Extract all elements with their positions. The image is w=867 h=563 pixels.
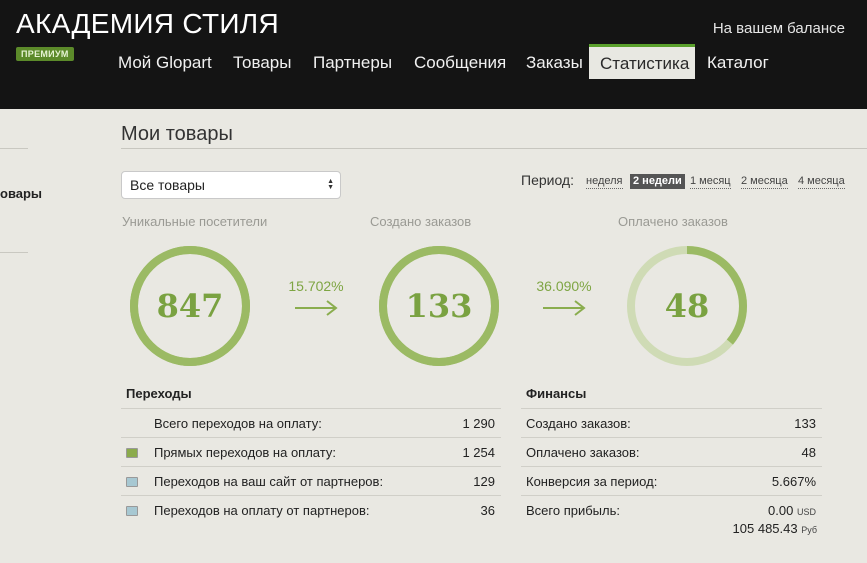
row-label: Переходов на оплату от партнеров:	[154, 503, 370, 518]
row-value: 48	[801, 445, 816, 460]
title-divider	[121, 148, 867, 149]
row-label: Конверсия за период:	[526, 474, 658, 489]
visitors-value: 847	[156, 287, 224, 325]
orders-created-ring: 133	[377, 244, 501, 368]
row-label: Создано заказов:	[526, 416, 631, 431]
table-row: Переходов на ваш сайт от партнеров: 129	[121, 466, 501, 496]
period-option-2-weeks[interactable]: 2 недели	[630, 174, 685, 189]
period-option-1-month[interactable]: 1 месяц	[690, 175, 731, 189]
top-header: АКАДЕМИЯ СТИЛЯ ПРЕМИУМ На вашем балансе …	[0, 0, 867, 109]
product-select-value: Все товары	[130, 177, 205, 193]
arrow-right-icon	[295, 300, 338, 316]
nav-item-catalog[interactable]: Каталог	[696, 44, 780, 79]
legend-swatch	[126, 477, 138, 487]
orders-created-label: Создано заказов	[370, 214, 472, 229]
orders-created-value: 133	[405, 287, 473, 325]
row-label: Всего прибыль:	[526, 503, 620, 518]
brand-title[interactable]: АКАДЕМИЯ СТИЛЯ	[16, 8, 279, 40]
row-label: Оплачено заказов:	[526, 445, 640, 460]
period-option-4-months[interactable]: 4 месяца	[798, 175, 845, 189]
visitors-ring: 847	[128, 244, 252, 368]
currency-unit: Руб	[801, 525, 817, 535]
legend-swatch	[126, 506, 138, 516]
page-title: Мои товары	[121, 123, 233, 145]
currency-unit: USD	[796, 507, 816, 517]
profit-rub-value: 105 485.43	[732, 521, 798, 536]
row-value: 1 290	[462, 416, 495, 431]
row-value: 133	[794, 416, 816, 431]
row-label: Прямых переходов на оплату:	[154, 445, 336, 460]
row-value: 36	[480, 503, 495, 518]
row-value: 1 254	[462, 445, 495, 460]
table-row: Оплачено заказов: 48	[521, 437, 822, 467]
sidebar-divider	[0, 252, 28, 253]
nav-item-products[interactable]: Товары	[222, 44, 302, 79]
nav-item-my-glopart[interactable]: Мой Glopart	[107, 44, 223, 79]
row-value: 129	[473, 474, 495, 489]
premium-badge: ПРЕМИУМ	[16, 47, 74, 61]
row-value: 0.00 USD	[768, 503, 816, 518]
table-row: Прямых переходов на оплату: 1 254	[121, 437, 501, 467]
row-label: Переходов на ваш сайт от партнеров:	[154, 474, 384, 489]
visitors-label: Уникальные посетители	[122, 214, 268, 229]
nav-item-messages[interactable]: Сообщения	[403, 44, 517, 79]
legend-swatch	[126, 448, 138, 458]
nav-item-partners[interactable]: Партнеры	[302, 44, 403, 79]
orders-paid-ring: 48	[625, 244, 749, 368]
profit-rub: 105 485.43 Руб	[733, 521, 817, 536]
sidebar-item-products[interactable]: овары	[0, 186, 42, 201]
period-option-week[interactable]: неделя	[586, 175, 623, 189]
period-label: Период:	[521, 172, 574, 188]
balance-link[interactable]: На вашем балансе	[713, 20, 845, 37]
select-arrows-icon: ▲ ▼	[327, 178, 334, 191]
sidebar-divider	[0, 148, 28, 149]
conversion-rate-1: 15.702%	[288, 278, 344, 294]
table-row: Всего переходов на оплату: 1 290	[121, 408, 501, 438]
profit-usd-value: 0.00	[768, 503, 794, 518]
finance-title: Финансы	[526, 386, 587, 401]
table-row: Конверсия за период: 5.667%	[521, 466, 822, 496]
row-value: 5.667%	[771, 474, 816, 489]
nav-item-orders[interactable]: Заказы	[515, 44, 594, 79]
table-row: Переходов на оплату от партнеров: 36	[121, 495, 501, 525]
period-option-2-months[interactable]: 2 месяца	[741, 175, 788, 189]
conversion-rate-2: 36.090%	[536, 278, 592, 294]
arrow-right-icon	[543, 300, 586, 316]
product-select[interactable]: Все товары ▲ ▼	[121, 171, 341, 199]
orders-paid-label: Оплачено заказов	[618, 214, 728, 229]
nav-item-statistics[interactable]: Статистика	[589, 44, 695, 79]
orders-paid-value: 48	[664, 287, 710, 325]
table-row: Создано заказов: 133	[521, 408, 822, 438]
transitions-title: Переходы	[126, 386, 192, 401]
row-label: Всего переходов на оплату:	[154, 416, 322, 431]
